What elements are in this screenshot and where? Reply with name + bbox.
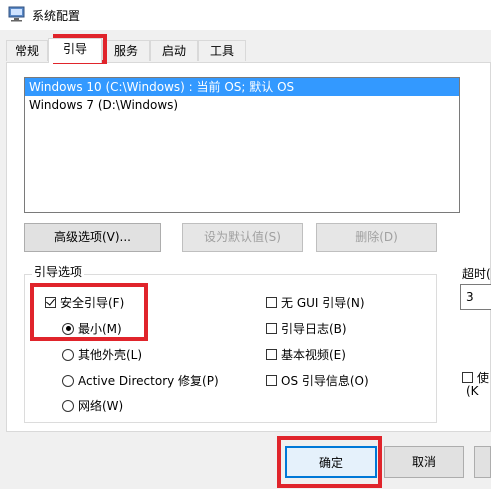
checkbox-icon: [266, 349, 277, 360]
tab-general[interactable]: 常规: [6, 40, 48, 61]
title-bar: 系统配置: [0, 0, 491, 30]
os-item-windows7[interactable]: Windows 7 (D:\Windows): [25, 96, 459, 114]
window-title: 系统配置: [32, 9, 81, 23]
radio-icon: [62, 399, 74, 412]
base-video-label: 基本视频(E): [281, 348, 346, 362]
ad-repair-label: Active Directory 修复(P): [78, 374, 219, 388]
minimal-radio[interactable]: 最小(M): [62, 320, 122, 337]
timeout-label: 超时(: [462, 267, 491, 281]
advanced-options-button[interactable]: 高级选项(V)...: [24, 223, 161, 252]
tab-services[interactable]: 服务: [102, 40, 150, 61]
os-list[interactable]: Windows 10 (C:\Windows) : 当前 OS; 默认 OS W…: [24, 77, 460, 213]
checkbox-checked-icon: [45, 297, 56, 308]
no-gui-boot-label: 无 GUI 引导(N): [281, 296, 365, 310]
boot-options-label: 引导选项: [32, 263, 85, 280]
checkbox-icon: [266, 297, 277, 308]
radio-icon: [62, 348, 74, 361]
os-boot-info-label: OS 引导信息(O): [281, 374, 369, 388]
alternate-shell-label: 其他外壳(L): [78, 348, 143, 362]
os-item-windows10[interactable]: Windows 10 (C:\Windows) : 当前 OS; 默认 OS: [25, 78, 459, 96]
cancel-button[interactable]: 取消: [384, 446, 464, 478]
alternate-shell-radio[interactable]: 其他外壳(L): [62, 346, 142, 363]
network-label: 网络(W): [78, 399, 124, 413]
no-gui-boot-checkbox[interactable]: 无 GUI 引导(N): [266, 294, 365, 311]
radio-selected-icon: [62, 322, 74, 335]
tab-boot[interactable]: 引导: [48, 38, 102, 63]
ad-repair-radio[interactable]: Active Directory 修复(P): [62, 372, 219, 389]
safe-boot-checkbox[interactable]: 安全引导(F): [45, 294, 124, 311]
network-radio[interactable]: 网络(W): [62, 397, 123, 414]
radio-icon: [62, 374, 74, 387]
boot-log-label: 引导日志(B): [281, 322, 347, 336]
timeout-input[interactable]: 3: [460, 284, 491, 310]
checkbox-icon: [266, 375, 277, 386]
delete-button[interactable]: 删除(D): [316, 223, 437, 252]
tab-startup[interactable]: 启动: [150, 40, 198, 61]
checkbox-icon: [266, 323, 277, 334]
make-permanent-hotkey: (K: [466, 384, 479, 398]
safe-boot-label: 安全引导(F): [60, 296, 125, 310]
boot-log-checkbox[interactable]: 引导日志(B): [266, 320, 347, 337]
minimal-label: 最小(M): [78, 322, 122, 336]
system-config-icon: [8, 6, 25, 22]
os-boot-info-checkbox[interactable]: OS 引导信息(O): [266, 372, 369, 389]
set-default-button[interactable]: 设为默认值(S): [182, 223, 303, 252]
tab-tools[interactable]: 工具: [198, 40, 246, 61]
ok-button[interactable]: 确定: [285, 446, 377, 478]
base-video-checkbox[interactable]: 基本视频(E): [266, 346, 346, 363]
apply-button-clipped[interactable]: [474, 446, 491, 478]
checkbox-icon: [462, 372, 473, 383]
